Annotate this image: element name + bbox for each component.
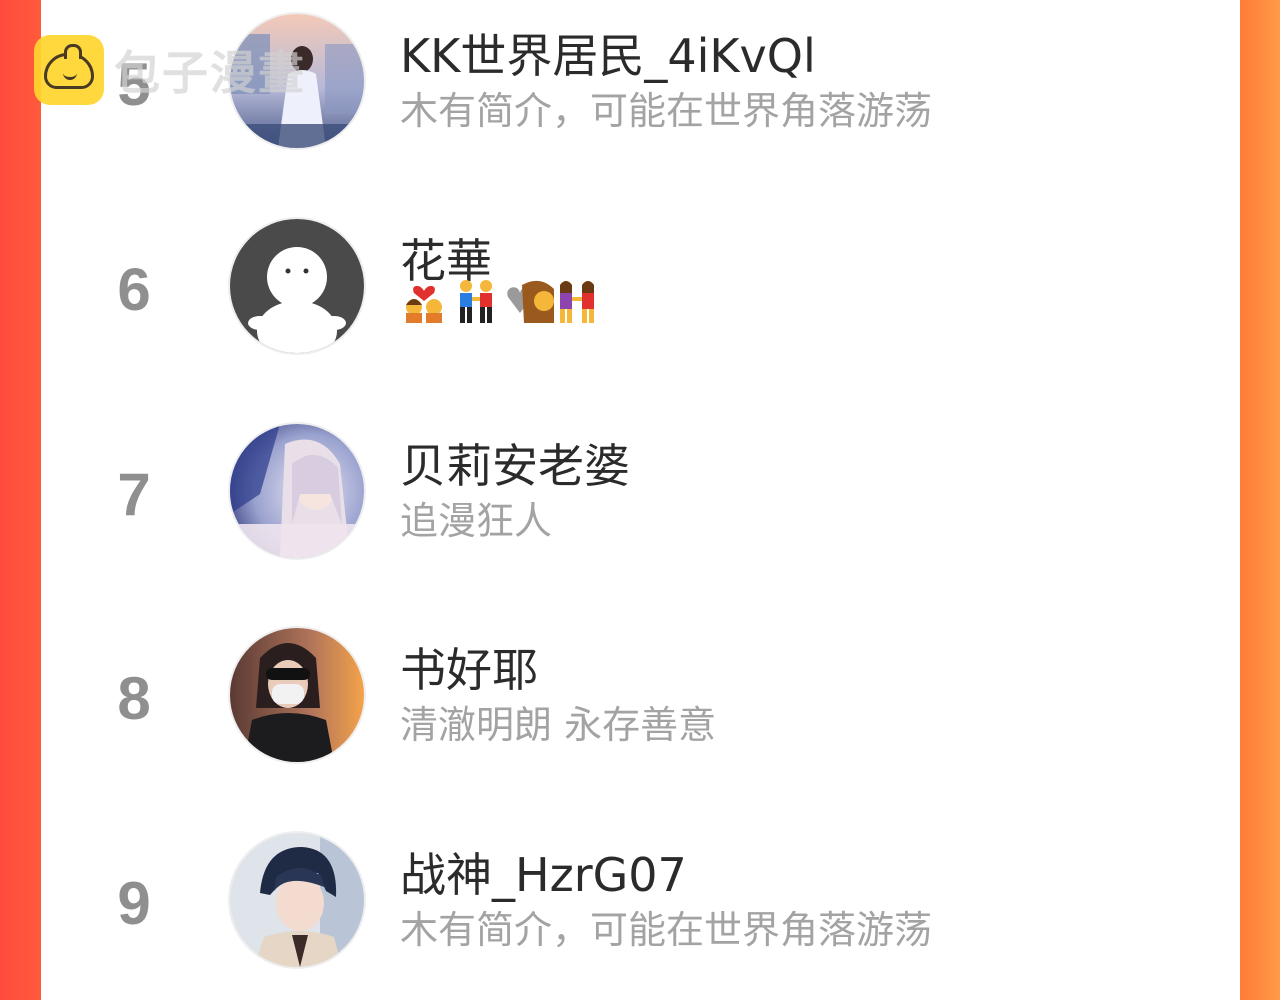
rank-number: 7 [117, 461, 151, 528]
user-bio: 清澈明朗 永存善意 [400, 703, 717, 747]
ranking-row[interactable]: 9 战神_HzrG07 木有简介，可能在世界角落游荡 [0, 833, 1280, 973]
user-bio [400, 279, 604, 323]
user-bio: 木有简介，可能在世界角落游荡 [400, 89, 933, 133]
user-bio: 追漫狂人 [400, 499, 553, 543]
avatar[interactable] [230, 219, 364, 353]
avatar[interactable] [230, 833, 364, 967]
rank-number: 8 [117, 665, 151, 732]
avatar[interactable] [230, 424, 364, 558]
avatar[interactable] [230, 628, 364, 762]
ranking-row[interactable]: 8 书好耶 清澈明朗 永存善意 [0, 628, 1280, 768]
ranking-row[interactable]: 7 贝莉安老婆 追漫狂人 [0, 424, 1280, 564]
user-bio: 木有简介，可能在世界角落游荡 [400, 908, 933, 952]
user-name[interactable]: KK世界居民_4iKvQl [400, 20, 816, 86]
watermark: 包子漫畫 [34, 35, 306, 105]
rank-number: 9 [117, 870, 151, 937]
bun-logo-icon [34, 35, 104, 105]
rank-number: 6 [117, 256, 151, 323]
women-holding-hands-icon [504, 279, 604, 323]
watermark-text: 包子漫畫 [114, 46, 306, 100]
user-name[interactable]: 书好耶 [400, 634, 538, 700]
couple-with-heart-icon [400, 279, 444, 323]
user-name[interactable]: 战神_HzrG07 [400, 839, 687, 905]
user-name[interactable]: 贝莉安老婆 [400, 430, 630, 496]
holding-hands-icon [452, 279, 496, 323]
ranking-row[interactable]: 6 花華 [0, 219, 1280, 359]
